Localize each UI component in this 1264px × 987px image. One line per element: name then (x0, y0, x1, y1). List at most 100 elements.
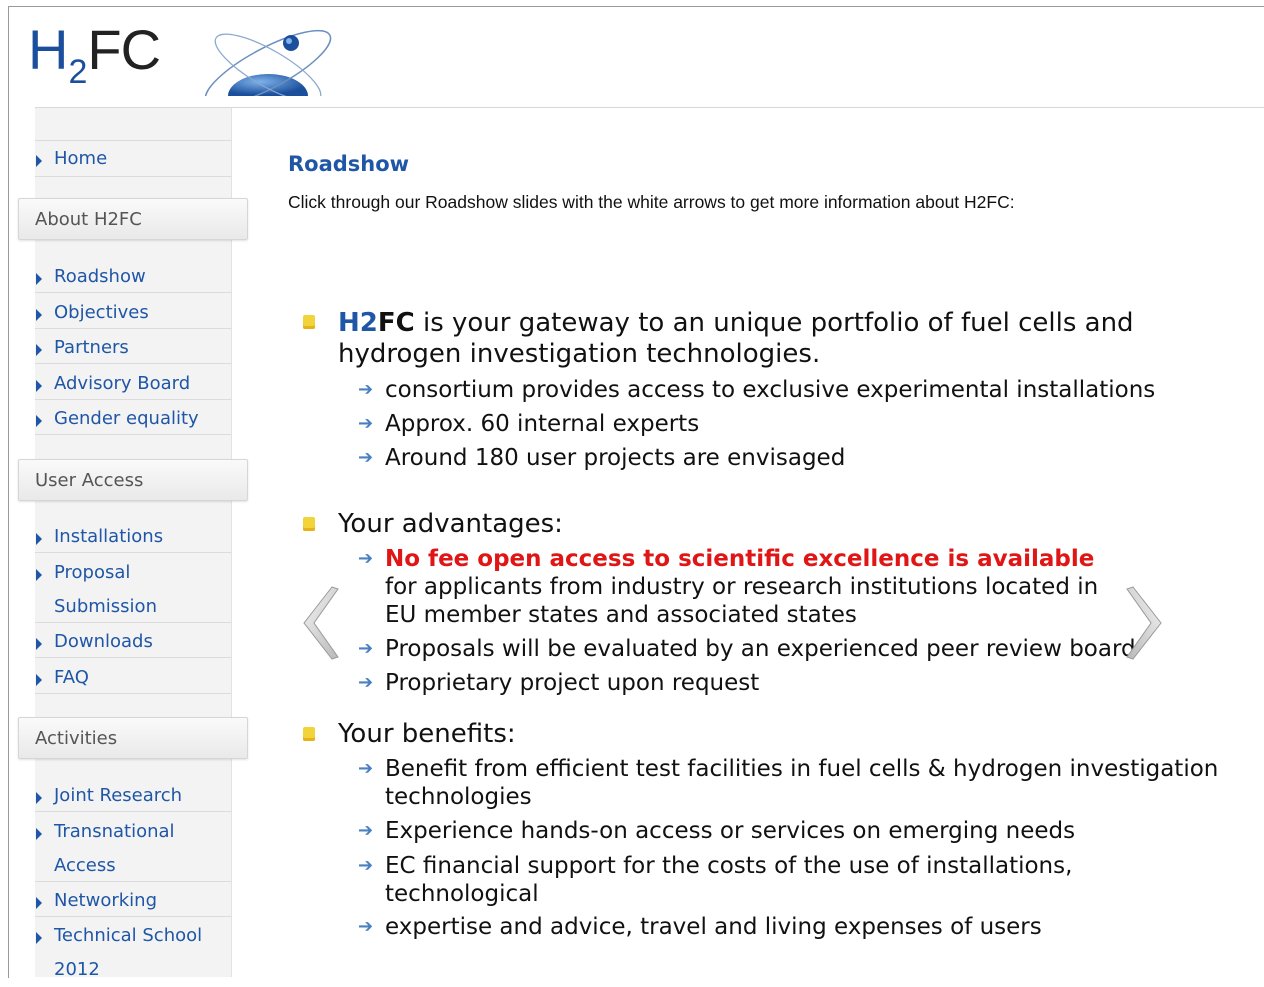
list-item: ➔ consortium provides access to exclusive… (358, 376, 1156, 404)
list-item-text: consortium provides access to exclusive … (385, 377, 1156, 403)
triangle-right-icon (36, 897, 42, 909)
nav-separator (35, 622, 231, 623)
slide-heading-benefits: Your benefits: (338, 719, 516, 749)
list-item: ➔ expertise and advice, travel and living… (358, 913, 1042, 941)
logo-text: H2FC (28, 22, 161, 90)
arrow-right-icon: ➔ (358, 447, 374, 468)
list-item: ➔ Benefit from efficient test facilities … (358, 755, 1219, 783)
triangle-right-icon (36, 792, 42, 804)
triangle-right-icon (36, 674, 42, 686)
list-item-text: Proprietary project upon request (385, 670, 760, 696)
nav-separator (35, 176, 231, 177)
arrow-right-icon: ➔ (358, 916, 374, 937)
list-item-text: Benefit from efficient test facilities i… (385, 756, 1219, 782)
sidebar-item-label: Networking (54, 890, 157, 911)
sidebar-item-label: Advisory Board (54, 373, 191, 394)
list-item: ➔ Proprietary project upon request (358, 669, 760, 697)
logo-sub: 2 (68, 53, 87, 91)
bullet-icon (303, 517, 315, 531)
triangle-right-icon (36, 533, 42, 545)
nav-separator (35, 916, 231, 917)
triangle-right-icon (36, 569, 42, 581)
nav-separator (35, 434, 231, 435)
sidebar-item-label: Roadshow (54, 266, 146, 287)
list-item-text: Approx. 60 internal experts (385, 411, 700, 437)
arrow-right-icon: ➔ (358, 855, 374, 876)
list-item: ➔ Experience hands-on access or services … (358, 817, 1076, 845)
nav-separator (35, 140, 231, 141)
slide-next-arrow-icon[interactable] (1125, 583, 1169, 663)
triangle-right-icon (36, 344, 42, 356)
triangle-right-icon (36, 273, 42, 285)
nav-separator (35, 552, 231, 553)
triangle-right-icon (36, 828, 42, 840)
logo-fc: FC (87, 18, 161, 81)
arrow-right-icon: ➔ (358, 413, 374, 434)
triangle-right-icon (36, 309, 42, 321)
slide-prev-arrow-icon[interactable] (296, 583, 340, 663)
nav-separator (35, 399, 231, 400)
arrow-right-icon: ➔ (358, 758, 374, 779)
slide-heading-gateway: H2FC is your gateway to an unique portfo… (338, 308, 1134, 339)
bullet-icon (303, 315, 315, 329)
list-item-continued: technological (385, 881, 539, 907)
section-heading-activities: Activities (18, 717, 248, 759)
sidebar-item-label: Downloads (54, 631, 153, 652)
list-item: ➔ Proposals will be evaluated by an exper… (358, 635, 1136, 663)
list-item: ➔ EC financial support for the costs of t… (358, 852, 1073, 880)
list-item-continued: technologies (385, 784, 532, 810)
arrow-right-icon: ➔ (358, 672, 374, 693)
section-heading-user-access: User Access (18, 459, 248, 501)
sidebar-item-label: Proposal (54, 562, 131, 583)
nav-separator (35, 363, 231, 364)
list-item-continued: EU member states and associated states (385, 602, 857, 628)
roadshow-slide: H2FC is your gateway to an unique portfo… (290, 290, 1218, 970)
triangle-right-icon (36, 415, 42, 427)
nav-separator (35, 657, 231, 658)
sidebar-item-label: FAQ (54, 667, 89, 688)
slide-heading-gateway-line2: hydrogen investigation technologies. (338, 339, 821, 369)
list-item-text: expertise and advice, travel and living … (385, 914, 1042, 940)
list-item-text: Proposals will be evaluated by an experi… (385, 636, 1136, 662)
arrow-right-icon: ➔ (358, 638, 374, 659)
sidebar-item-label: Gender equality (54, 408, 199, 429)
arrow-right-icon: ➔ (358, 379, 374, 400)
page-title: Roadshow (288, 152, 410, 176)
list-item-text: EC financial support for the costs of th… (385, 853, 1073, 879)
nav-separator (35, 881, 231, 882)
arrow-right-icon: ➔ (358, 820, 374, 841)
sidebar-item-label: Installations (54, 526, 164, 547)
triangle-right-icon (36, 380, 42, 392)
list-item: ➔ Around 180 user projects are envisaged (358, 444, 846, 472)
sidebar-item-label: Transnational (54, 821, 175, 842)
nav-separator (35, 693, 231, 694)
sidebar-item-label: Partners (54, 337, 129, 358)
nav-separator (35, 811, 231, 812)
sidebar-item-label: Home (54, 148, 108, 169)
intro-text: Click through our Roadshow slides with t… (288, 192, 1015, 212)
triangle-right-icon (36, 932, 42, 944)
triangle-right-icon (36, 638, 42, 650)
heading-text: is your gateway to an unique portfolio o… (414, 308, 1134, 338)
brand-h2: H2 (338, 308, 378, 338)
bullet-icon (303, 727, 315, 741)
slide-heading-advantages: Your advantages: (338, 509, 563, 539)
brand-fc: FC (377, 308, 415, 338)
list-item: ➔ No fee open access to scientific excell… (358, 545, 1094, 573)
site-logo[interactable]: H2FC (28, 16, 332, 96)
list-item-text: Experience hands-on access or services o… (385, 818, 1076, 844)
sidebar-item-label: Technical School (54, 925, 203, 946)
section-heading-about: About H2FC (18, 198, 248, 240)
sidebar-item-label: 2012 (54, 959, 100, 980)
sidebar-item-label: Joint Research (54, 785, 183, 806)
list-item: ➔ Approx. 60 internal experts (358, 410, 700, 438)
atom-logo-icon (204, 29, 332, 96)
arrow-right-icon: ➔ (358, 548, 374, 569)
list-item-text: Around 180 user projects are envisaged (385, 445, 846, 471)
triangle-right-icon (36, 155, 42, 167)
sidebar-item-label: Objectives (54, 302, 149, 323)
sidebar-item-label: Access (54, 855, 116, 876)
list-item-continued: for applicants from industry or research… (385, 574, 1099, 600)
logo-h: H (28, 18, 68, 81)
nav-separator (35, 328, 231, 329)
